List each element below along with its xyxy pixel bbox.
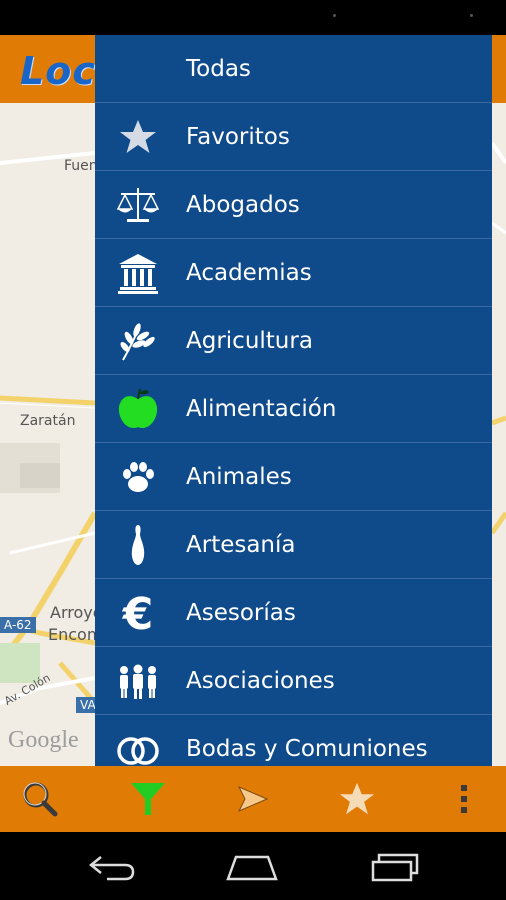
drawer-item-label: Alimentación [186, 396, 337, 422]
euro-icon: € [115, 591, 161, 635]
map-label: Fuen [64, 158, 98, 174]
drawer-item-label: Bodas y Comuniones [186, 736, 428, 762]
drawer-item-todas[interactable]: Todas [95, 35, 492, 103]
more-icon [461, 785, 467, 813]
recents-icon [371, 853, 419, 882]
filter-icon [131, 783, 165, 815]
apple-icon [115, 387, 161, 431]
home-icon [226, 855, 278, 881]
drawer-item-label: Asociaciones [186, 668, 335, 694]
drawer-item-agricultura[interactable]: Agricultura [95, 307, 492, 375]
back-icon [88, 856, 135, 881]
bottom-action-bar [0, 766, 506, 832]
star-icon [115, 115, 161, 159]
drawer-item-academias[interactable]: Academias [95, 239, 492, 307]
status-indicator [333, 14, 336, 17]
drawer-item-label: Asesorías [186, 600, 296, 626]
building-icon [115, 251, 161, 295]
drawer-item-bodas[interactable]: Bodas y Comuniones [95, 715, 492, 766]
search-icon [23, 782, 58, 817]
drawer-item-artesania[interactable]: Artesanía [95, 511, 492, 579]
drawer-item-label: Animales [186, 464, 292, 490]
favorites-button[interactable] [335, 777, 379, 821]
home-button[interactable] [222, 850, 282, 884]
status-indicator [470, 14, 473, 17]
back-button[interactable] [82, 850, 142, 884]
wheat-icon [115, 319, 161, 363]
map-label: Zaratán [20, 413, 76, 429]
filter-button[interactable] [126, 777, 170, 821]
drawer-item-favoritos[interactable]: Favoritos [95, 103, 492, 171]
category-drawer: Todas Favoritos Abogados Academias Agric… [95, 35, 492, 766]
paw-icon [115, 455, 161, 499]
star-icon [339, 782, 375, 815]
send-button[interactable] [230, 777, 274, 821]
drawer-item-alimentacion[interactable]: Alimentación [95, 375, 492, 443]
drawer-item-label: Todas [186, 56, 251, 82]
system-nav-bar [0, 832, 506, 900]
drawer-item-asociaciones[interactable]: Asociaciones [95, 647, 492, 715]
more-options-button[interactable] [442, 777, 486, 821]
recents-button[interactable] [365, 850, 425, 884]
send-icon [237, 786, 269, 812]
drawer-item-asesorias[interactable]: € Asesorías [95, 579, 492, 647]
scales-icon [115, 183, 161, 227]
search-button[interactable] [18, 777, 62, 821]
bowling-pin-icon [115, 523, 161, 567]
rings-icon [115, 727, 161, 766]
road-badge: A-62 [0, 617, 36, 633]
drawer-item-label: Abogados [186, 192, 300, 218]
people-icon [115, 659, 161, 703]
drawer-item-label: Favoritos [186, 124, 290, 150]
app-logo: Loc [20, 49, 96, 93]
google-logo: Google [8, 727, 79, 753]
drawer-item-label: Academias [186, 260, 312, 286]
status-bar [0, 0, 506, 35]
drawer-item-label: Agricultura [186, 328, 313, 354]
drawer-item-label: Artesanía [186, 532, 296, 558]
drawer-item-abogados[interactable]: Abogados [95, 171, 492, 239]
drawer-item-animales[interactable]: Animales [95, 443, 492, 511]
svg-text:€: € [122, 591, 154, 635]
